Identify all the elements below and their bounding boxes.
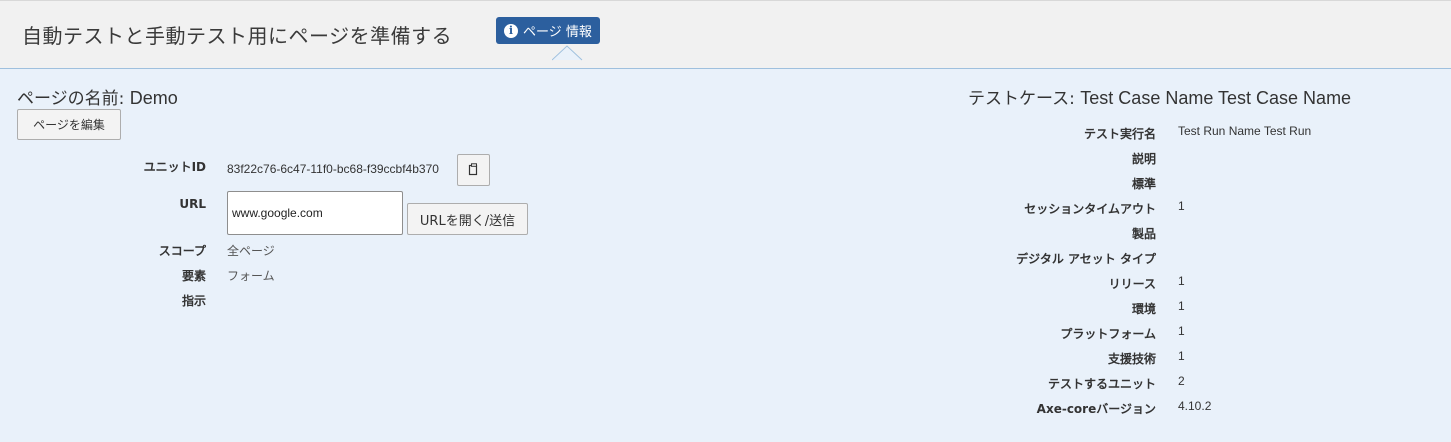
page-info-label: ページ 情報 [523, 25, 592, 40]
detail-label: リリース [1108, 277, 1156, 291]
scope-label: スコープ [158, 244, 206, 258]
testcase-heading: テストケース: Test Case Name Test Case Name [968, 84, 1351, 109]
unit-id-value: 83f22c76-6c47-11f0-bc68-f39ccbf4b370 [227, 162, 439, 176]
edit-page-button[interactable]: ページを編集 [17, 109, 121, 140]
open-url-button[interactable]: URLを開く/送信 [407, 203, 528, 235]
detail-label: 説明 [1131, 152, 1156, 166]
element-value: フォーム [227, 269, 275, 283]
detail-value: 1 [1178, 199, 1185, 213]
detail-label: テストするユニット [1047, 377, 1156, 391]
page-title: 自動テストと手動テスト用にページを準備する [22, 24, 453, 48]
detail-value: Test Run Name Test Run [1178, 124, 1312, 138]
testcase-name: Test Case Name Test Case Name [1080, 88, 1352, 108]
page-name-value: Demo [129, 88, 178, 108]
scope-value: 全ページ [227, 244, 275, 258]
url-input[interactable] [227, 191, 403, 235]
detail-label: 標準 [1131, 177, 1156, 191]
detail-label: Axe-coreバージョン [1036, 402, 1156, 416]
page-info-button[interactable]: i ページ 情報 [496, 17, 600, 44]
detail-label: セッションタイムアウト [1024, 202, 1156, 216]
detail-value: 1 [1178, 274, 1185, 288]
page-header: 自動テストと手動テスト用にページを準備する i ページ 情報 [0, 0, 1451, 69]
element-label: 要素 [181, 269, 206, 283]
detail-value: 1 [1178, 299, 1185, 313]
detail-value: 4.10.2 [1178, 399, 1212, 413]
detail-label: 環境 [1131, 302, 1156, 316]
page-name-heading: ページの名前: Demo [17, 84, 178, 109]
detail-label: テスト実行名 [1083, 127, 1156, 141]
info-icon: i [504, 23, 518, 38]
detail-label: プラットフォーム [1060, 327, 1156, 341]
detail-label: 支援技術 [1107, 352, 1156, 366]
unit-id-label: ユニットID [143, 160, 206, 174]
page-name-label: ページの名前: [17, 89, 125, 109]
detail-value: 1 [1178, 349, 1185, 363]
detail-value: 2 [1178, 374, 1185, 388]
detail-label: 製品 [1131, 227, 1156, 241]
testcase-label: テストケース: [968, 89, 1075, 109]
detail-label: デジタル アセット タイプ [1016, 252, 1156, 266]
detail-value: 1 [1178, 324, 1185, 338]
instruction-label: 指示 [181, 294, 206, 308]
url-label: URL [179, 197, 206, 211]
copy-icon [468, 161, 480, 180]
copy-button[interactable] [457, 154, 490, 186]
